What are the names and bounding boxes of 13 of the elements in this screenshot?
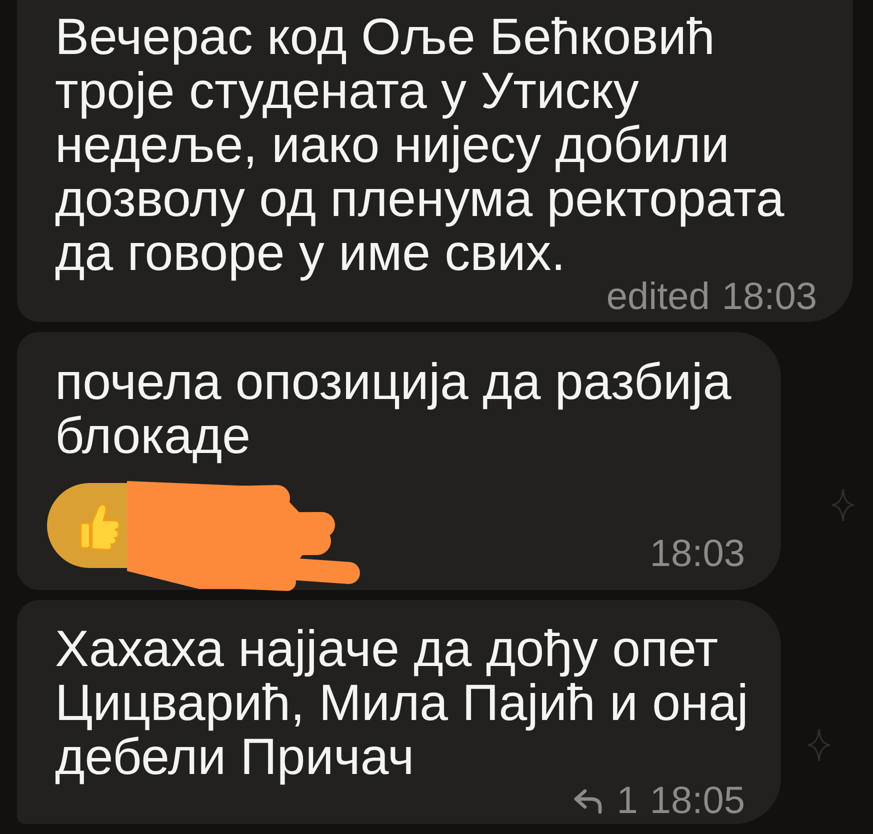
sparkle-icon [807, 728, 831, 762]
message-text: почела опозиција да разбија блокаде [55, 353, 732, 464]
message-time: 18:03 [650, 540, 745, 568]
thumbs-up-icon [78, 500, 122, 550]
reaction-chip[interactable] [47, 483, 127, 568]
reply-count: 1 [616, 787, 638, 815]
message-time: 18:03 [722, 283, 817, 311]
reply-icon [572, 788, 603, 814]
message-text: Вечерас код Оље Бећковић троје студената у Утиску недеље, иако нијесу добили дозволу од пленума ректората да говоре у име свих. [55, 8, 784, 281]
message-text: Хахаха најјаче да дођу опет Цицварић, Мила Пајић и онај дебели Причач [55, 620, 748, 785]
edited-label: edited [606, 283, 710, 311]
message-time: 18:05 [650, 787, 745, 815]
sparkle-icon [831, 488, 855, 522]
